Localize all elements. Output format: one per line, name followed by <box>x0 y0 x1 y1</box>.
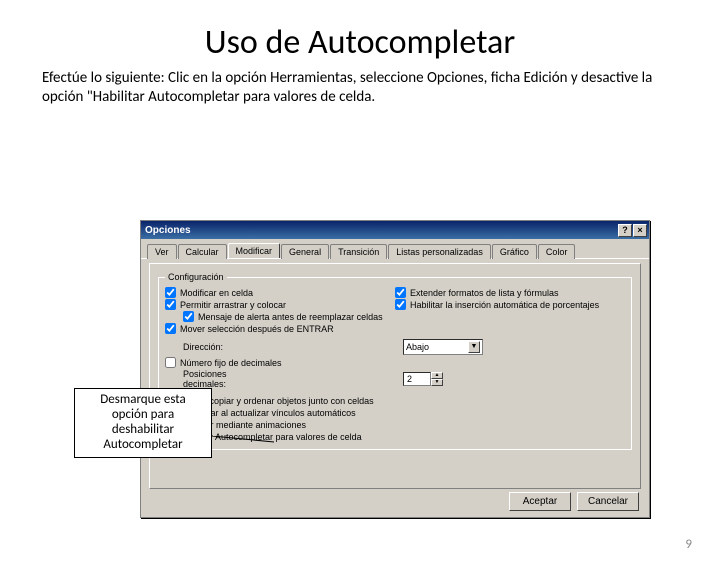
label-mover-sel: Mover selección después de ENTRAR <box>180 324 334 334</box>
direction-label: Dirección: <box>165 342 255 352</box>
callout-box: Desmarque esta opción para deshabilitar … <box>74 388 212 458</box>
options-dialog: Opciones ? × Ver Calcular Modificar Gene… <box>140 220 650 518</box>
direction-select[interactable]: Abajo ▼ <box>403 339 483 355</box>
tab-listas[interactable]: Listas personalizadas <box>388 244 491 259</box>
callout-connector <box>212 436 274 444</box>
tab-modificar[interactable]: Modificar <box>228 243 281 258</box>
spin-down-icon[interactable]: ▼ <box>431 379 443 386</box>
checkbox-modificar-celda[interactable] <box>165 287 176 298</box>
label-extender: Extender formatos de lista y fórmulas <box>410 288 559 298</box>
spin-up-icon[interactable]: ▲ <box>431 372 443 379</box>
direction-value: Abajo <box>406 342 429 352</box>
page-number: 9 <box>685 537 692 552</box>
decimal-pos-stepper[interactable]: 2 ▲▼ <box>403 372 443 386</box>
config-group-legend: Configuración <box>165 272 227 282</box>
ok-button[interactable]: Aceptar <box>509 492 571 511</box>
cancel-button[interactable]: Cancelar <box>577 492 639 511</box>
tab-calcular[interactable]: Calcular <box>178 244 227 259</box>
checkbox-arrastrar[interactable] <box>165 299 176 310</box>
tab-general[interactable]: General <box>281 244 329 259</box>
tab-strip: Ver Calcular Modificar General Transició… <box>141 239 649 259</box>
label-arrastrar: Permitir arrastrar y colocar <box>180 300 286 310</box>
dialog-titlebar: Opciones ? × <box>141 221 649 239</box>
tab-grafico[interactable]: Gráfico <box>492 244 537 259</box>
help-button[interactable]: ? <box>618 224 632 237</box>
tab-transicion[interactable]: Transición <box>330 244 387 259</box>
checkbox-mover-sel[interactable] <box>165 323 176 334</box>
chevron-down-icon: ▼ <box>468 341 480 353</box>
checkbox-alerta[interactable] <box>183 311 194 322</box>
checkbox-fijo-decimales[interactable] <box>165 357 176 368</box>
config-group: Configuración Modificar en celda Permiti… <box>158 272 632 450</box>
slide-title: Uso de Autocompletar <box>0 22 720 63</box>
label-modificar-celda: Modificar en celda <box>180 288 253 298</box>
tab-color[interactable]: Color <box>538 244 576 259</box>
label-alerta: Mensaje de alerta antes de reemplazar ce… <box>198 312 383 322</box>
checkbox-extender[interactable] <box>395 287 406 298</box>
tab-panel: Configuración Modificar en celda Permiti… <box>149 263 641 489</box>
close-button[interactable]: × <box>633 224 647 237</box>
dialog-title: Opciones <box>145 225 191 236</box>
label-porcentaje-auto: Habilitar la inserción automática de por… <box>410 300 599 310</box>
callout-text: Desmarque esta opción para deshabilitar … <box>100 392 185 452</box>
decimal-pos-label: Posiciones decimales: <box>165 369 255 389</box>
decimal-pos-value: 2 <box>403 372 431 386</box>
slide-description: Efectúe lo siguiente: Clic en la opción … <box>42 69 678 107</box>
checkbox-porcentaje-auto[interactable] <box>395 299 406 310</box>
label-fijo-decimales: Número fijo de decimales <box>180 358 282 368</box>
tab-ver[interactable]: Ver <box>147 244 177 259</box>
